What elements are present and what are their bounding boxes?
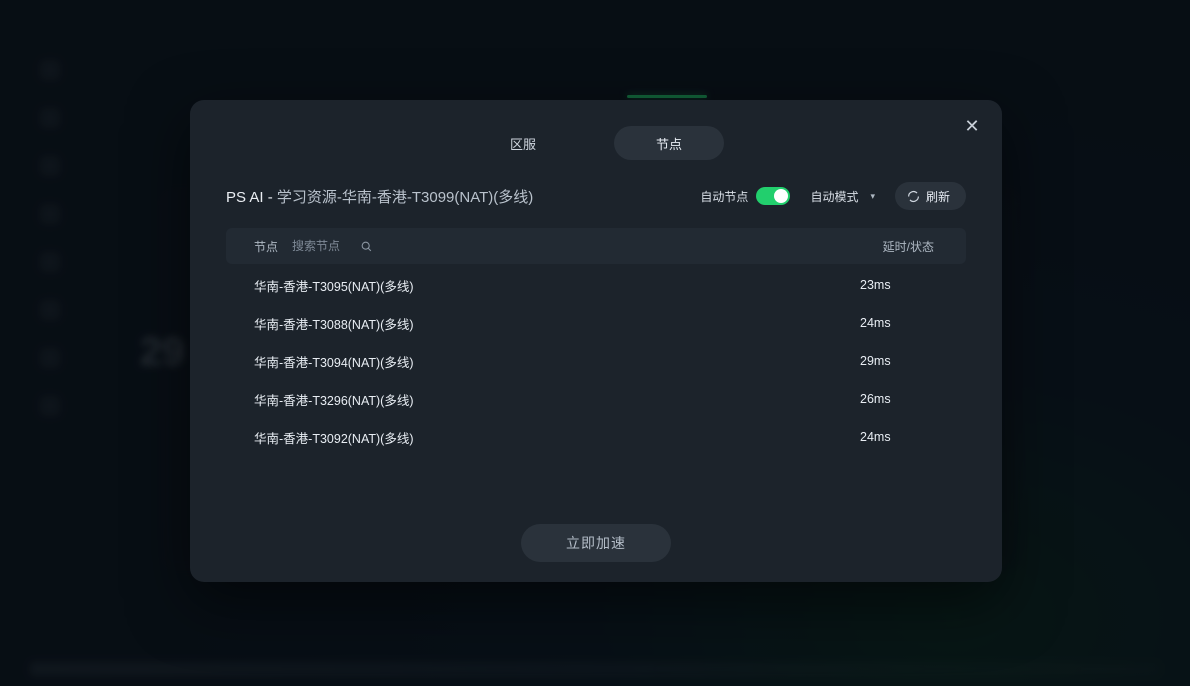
refresh-icon	[907, 190, 920, 203]
tab-zone[interactable]: 区服	[468, 126, 578, 160]
node-latency: 26ms	[860, 392, 932, 406]
close-button[interactable]: ✕	[960, 114, 984, 138]
search-icon	[360, 240, 373, 253]
tab-bar: 区服 节点	[190, 100, 1002, 160]
table-head: 节点 延时/状态	[226, 228, 966, 264]
refresh-label: 刷新	[926, 188, 950, 205]
node-latency: 29ms	[860, 354, 932, 368]
node-table: 节点 延时/状态 华南-香港-T3095(NAT)(多线)23ms华南-香港-T…	[226, 228, 966, 510]
node-latency: 24ms	[860, 430, 932, 444]
auto-node-control: 自动节点	[700, 187, 790, 205]
title-prefix: PS AI -	[226, 189, 277, 206]
table-row[interactable]: 华南-香港-T3094(NAT)(多线)29ms	[226, 342, 960, 380]
node-name: 华南-香港-T3296(NAT)(多线)	[254, 390, 860, 409]
chevron-down-icon: ▾	[870, 191, 875, 202]
mode-label: 自动模式	[810, 188, 858, 205]
modal-header: PS AI - 学习资源-华南-香港-T3099(NAT)(多线) 自动节点 自…	[190, 160, 1002, 222]
table-row[interactable]: 华南-香港-T3092(NAT)(多线)24ms	[226, 418, 960, 456]
table-row[interactable]: 华南-香港-T3088(NAT)(多线)24ms	[226, 304, 960, 342]
node-name: 华南-香港-T3094(NAT)(多线)	[254, 352, 860, 371]
table-row[interactable]: 华南-香港-T3296(NAT)(多线)26ms	[226, 380, 960, 418]
table-body[interactable]: 华南-香港-T3095(NAT)(多线)23ms华南-香港-T3088(NAT)…	[226, 266, 966, 510]
toggle-knob	[774, 189, 788, 203]
title-path: 学习资源-华南-香港-T3099(NAT)(多线)	[277, 189, 533, 206]
node-selector-modal: ✕ 区服 节点 PS AI - 学习资源-华南-香港-T3099(NAT)(多线…	[190, 100, 1002, 582]
auto-node-label: 自动节点	[700, 188, 748, 205]
modal-footer: 立即加速	[190, 510, 1002, 582]
node-search	[292, 239, 373, 253]
table-row[interactable]: 华南-香港-T3095(NAT)(多线)23ms	[226, 266, 960, 304]
node-name: 华南-香港-T3095(NAT)(多线)	[254, 276, 860, 295]
accelerate-button[interactable]: 立即加速	[521, 524, 671, 562]
close-icon: ✕	[964, 116, 979, 137]
header-controls: 自动节点 自动模式 ▾ 刷新	[700, 182, 966, 210]
mode-dropdown[interactable]: 自动模式 ▾	[810, 188, 875, 205]
tab-node[interactable]: 节点	[614, 126, 724, 160]
search-input[interactable]	[292, 239, 352, 253]
auto-node-toggle[interactable]	[756, 187, 790, 205]
node-name: 华南-香港-T3088(NAT)(多线)	[254, 314, 860, 333]
page-title: PS AI - 学习资源-华南-香港-T3099(NAT)(多线)	[226, 186, 533, 207]
col-node-label: 节点	[254, 238, 278, 255]
col-latency-label: 延时/状态	[883, 238, 938, 255]
node-latency: 24ms	[860, 316, 932, 330]
refresh-button[interactable]: 刷新	[895, 182, 966, 210]
node-latency: 23ms	[860, 278, 932, 292]
node-name: 华南-香港-T3092(NAT)(多线)	[254, 428, 860, 447]
